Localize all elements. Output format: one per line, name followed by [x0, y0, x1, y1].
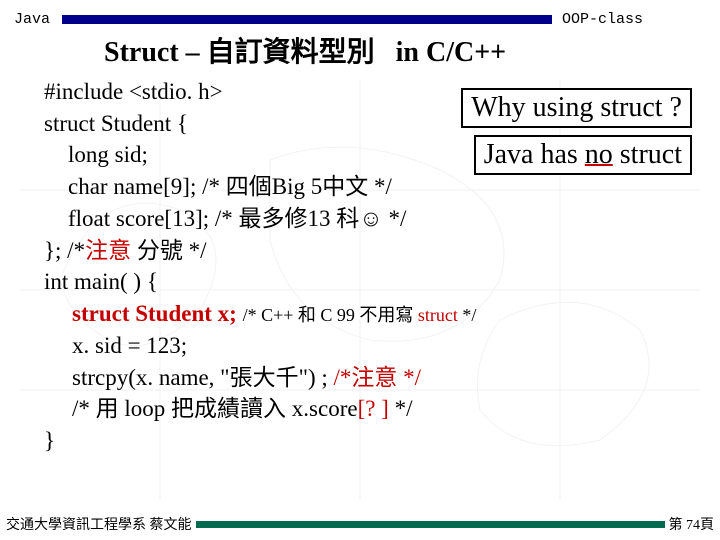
code-8b: /* C++ 和 C 99 不用寫 — [243, 305, 418, 325]
code-6d: */ — [183, 238, 207, 263]
code-line-5: float score[13]; /* 最多修13 科☺ */ — [44, 203, 676, 235]
code-8a: struct Student x; — [72, 301, 237, 326]
slide-title: Struct – 自訂資料型別 in C/C++ — [104, 30, 706, 70]
code-11a: /* 用 loop 把成績讀入 x.score — [72, 396, 358, 421]
code-8-comment: /* C++ 和 C 99 不用寫 struct */ — [243, 305, 477, 325]
slide-footer: 交通大學資訊工程學系 蔡文能 第 74頁 — [0, 514, 720, 534]
title-part1: Struct – 自訂資料型別 — [104, 37, 375, 68]
code-line-8: struct Student x; /* C++ 和 C 99 不用寫 stru… — [44, 298, 676, 330]
callout-java-no-struct: Java has no struct — [474, 135, 692, 175]
code-11b: [? ] — [358, 396, 389, 421]
code-5a: float score[13]; /* 最多修13 科 — [68, 206, 359, 231]
code-10a: strcpy(x. name, "張大千") ; — [72, 365, 334, 390]
code-block: #include <stdio. h> struct Student { lon… — [0, 76, 720, 457]
footer-divider-bar — [196, 521, 665, 528]
callout-java-has: Java has — [484, 139, 585, 170]
header-divider-bar — [62, 15, 552, 24]
footer-page-number: 第 74頁 — [669, 514, 715, 534]
code-6a: }; /* — [44, 238, 85, 263]
code-line-4: char name[9]; /* 四個Big 5中文 */ — [44, 171, 676, 203]
code-8c: struct — [418, 305, 458, 325]
callout-struct: struct — [613, 139, 682, 170]
code-line-11: /* 用 loop 把成績讀入 x.score[? ] */ — [44, 393, 676, 425]
code-line-12: } — [44, 425, 676, 457]
footer-left-text: 交通大學資訊工程學系 蔡文能 — [6, 514, 192, 534]
code-line-7: int main( ) { — [44, 266, 676, 298]
code-line-10: strcpy(x. name, "張大千") ; /*注意 */ — [44, 362, 676, 394]
code-line-9: x. sid = 123; — [44, 330, 676, 362]
code-5b: */ — [383, 206, 407, 231]
code-8d: */ — [458, 305, 477, 325]
code-11c: */ — [389, 396, 413, 421]
callout-why-struct: Why using struct ? — [461, 88, 692, 128]
code-10b: /*注意 */ — [334, 365, 422, 390]
title-part2: in C/C++ — [396, 37, 506, 68]
code-line-6: }; /*注意 分號 */ — [44, 235, 676, 267]
header-java-label: Java — [14, 11, 50, 28]
code-6b: 注意 — [85, 238, 131, 263]
code-4a: char name[9]; /* 四個Big 5中文 */ — [68, 174, 392, 199]
callout-no: no — [585, 139, 613, 170]
code-6c: 分號 — [131, 238, 183, 263]
header-oop-label: OOP-class — [562, 11, 643, 28]
